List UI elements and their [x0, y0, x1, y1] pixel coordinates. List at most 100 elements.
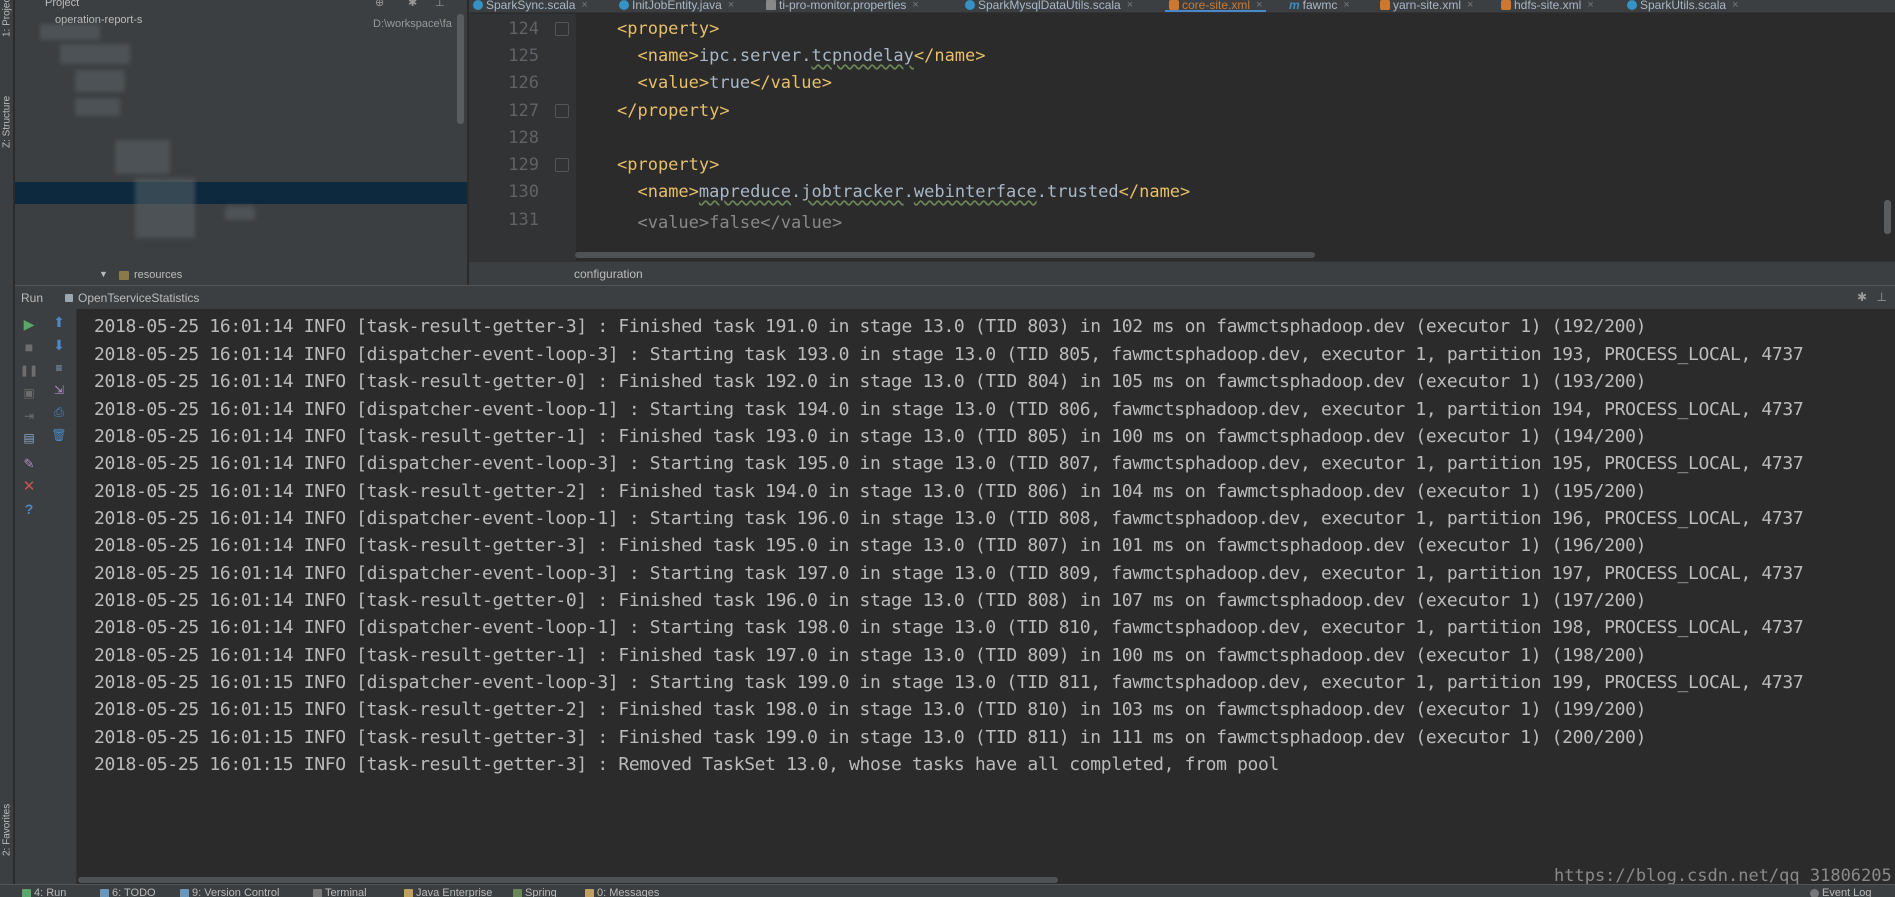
layout-icon[interactable]: ▤: [20, 429, 38, 447]
xml-text: ipc.server.: [698, 46, 812, 66]
settings-icon[interactable]: ✱: [1857, 290, 1867, 304]
scroll-to-end-icon[interactable]: ⇲: [50, 381, 68, 399]
close-icon[interactable]: ×: [912, 0, 918, 11]
scroll-up-icon[interactable]: ⬆: [50, 313, 68, 331]
scala-file-icon: [473, 0, 483, 10]
blurred-item: [115, 140, 170, 174]
pin-icon[interactable]: ✎: [20, 455, 38, 473]
xml-file-icon: [1380, 0, 1390, 10]
help-icon[interactable]: ?: [20, 500, 38, 518]
print-icon[interactable]: ⎙: [50, 403, 68, 421]
tab-ti-pro-monitor-properties[interactable]: ti-pro-monitor.properties ×: [766, 0, 919, 12]
favorites-tool-tab[interactable]: 2: Favorites: [0, 795, 14, 865]
breadcrumb-item[interactable]: configuration: [574, 267, 643, 281]
exit-icon[interactable]: ⇥: [20, 407, 38, 425]
project-scrollbar[interactable]: [457, 14, 464, 124]
console-output[interactable]: 2018-05-25 16:01:14 INFO [task-result-ge…: [78, 309, 1895, 884]
dump-threads-icon[interactable]: ▣: [20, 384, 38, 402]
scroll-from-source-icon[interactable]: ⊕: [375, 0, 384, 9]
log-line: 2018-05-25 16:01:14 INFO [task-result-ge…: [94, 371, 1647, 392]
close-icon[interactable]: ×: [581, 0, 587, 11]
hide-panel-icon[interactable]: ⊥: [435, 0, 445, 9]
tab-sparksync-scala[interactable]: SparkSync.scala ×: [473, 0, 588, 12]
close-icon[interactable]: ×: [1587, 0, 1593, 11]
xml-text: true: [709, 73, 751, 93]
code-line-130: <name>mapreduce.jobtracker.webinterface.…: [637, 182, 1191, 202]
close-icon[interactable]: ×: [1732, 0, 1738, 11]
expand-arrow-icon[interactable]: ▼: [99, 269, 108, 279]
resources-folder-label: resources: [134, 269, 183, 281]
tab-label: 4: Run: [34, 887, 67, 897]
xml-text: tcpnodelay: [811, 46, 914, 66]
hide-panel-icon[interactable]: ⊥: [1877, 290, 1887, 304]
left-tool-strip: 1: Project Z: Structure 2: Favorites: [0, 0, 14, 897]
xml-tag: </value>: [750, 73, 832, 93]
project-selected-row[interactable]: [15, 182, 467, 204]
close-icon[interactable]: ×: [1256, 0, 1262, 11]
vcs-icon: [180, 888, 189, 897]
tab-label: Java Enterprise: [416, 887, 493, 897]
tab-sparkutils-scala[interactable]: SparkUtils.scala ×: [1627, 0, 1738, 12]
rerun-icon[interactable]: ▶: [20, 315, 38, 333]
project-row-resources[interactable]: ▼ resources: [15, 269, 467, 285]
blurred-item: [40, 24, 100, 40]
close-icon[interactable]: ✕: [20, 477, 38, 495]
code-line-125: <name>ipc.server.tcpnodelay</name>: [617, 46, 985, 66]
fold-marker-icon[interactable]: [555, 158, 569, 172]
xml-text: trusted: [1046, 182, 1119, 202]
scroll-down-icon[interactable]: ⬇: [50, 336, 68, 354]
log-line: 2018-05-25 16:01:14 INFO [dispatcher-eve…: [94, 453, 1804, 474]
editor-vertical-scrollbar[interactable]: [1884, 200, 1891, 234]
tab-core-site-xml[interactable]: core-site.xml ×: [1164, 0, 1267, 12]
log-line: 2018-05-25 16:01:14 INFO [task-result-ge…: [94, 590, 1647, 611]
xml-tag: </name>: [1118, 182, 1191, 202]
clear-all-icon[interactable]: 🗑: [50, 426, 68, 444]
messages-tool-tab[interactable]: 0: Messages: [585, 887, 659, 897]
class-file-icon: [619, 0, 629, 10]
tab-fawmc-maven[interactable]: m fawmc ×: [1289, 0, 1350, 12]
editor-horizontal-scrollbar[interactable]: [575, 252, 1315, 258]
soft-wrap-icon[interactable]: ≡: [50, 359, 68, 377]
version-control-tool-tab[interactable]: 9: Version Control: [180, 887, 279, 897]
structure-tool-tab[interactable]: Z: Structure: [0, 92, 14, 152]
console-horizontal-scrollbar[interactable]: [78, 877, 1058, 883]
log-line: 2018-05-25 16:01:15 INFO [task-result-ge…: [94, 727, 1647, 748]
line-number: 131: [508, 210, 539, 230]
project-tool-tab[interactable]: 1: Project: [0, 0, 14, 37]
xml-text: webinterface: [913, 182, 1037, 202]
tab-sparkmysqldatautils-scala[interactable]: SparkMysqlDataUtils.scala ×: [965, 0, 1133, 12]
close-icon[interactable]: ×: [1343, 0, 1349, 11]
project-panel-title: Project: [45, 0, 80, 9]
run-config-tab[interactable]: OpenTserviceStatistics: [78, 291, 199, 305]
project-panel: Project ⊕ ✱ ⊥ operation-report-s D:\work…: [15, 0, 467, 285]
event-log-icon: [1810, 888, 1819, 897]
fold-marker-icon[interactable]: [555, 104, 569, 118]
spring-tool-tab[interactable]: Spring: [513, 887, 557, 897]
run-tool-tab[interactable]: 4: Run: [22, 887, 66, 897]
blurred-item: [75, 98, 120, 116]
pause-icon[interactable]: ❚❚: [20, 361, 38, 379]
log-line: 2018-05-25 16:01:14 INFO [dispatcher-eve…: [94, 617, 1804, 638]
line-number: 127: [508, 101, 539, 121]
settings-icon[interactable]: ✱: [408, 0, 417, 9]
breadcrumb[interactable]: configuration: [469, 261, 1895, 285]
tab-hdfs-site-xml[interactable]: hdfs-site.xml ×: [1501, 0, 1594, 12]
tab-initjobentity-java[interactable]: InitJobEntity.java ×: [619, 0, 734, 12]
java-enterprise-tool-tab[interactable]: Java Enterprise: [404, 887, 492, 897]
fold-marker-icon[interactable]: [555, 22, 569, 36]
tab-yarn-site-xml[interactable]: yarn-site.xml ×: [1380, 0, 1473, 12]
todo-tool-tab[interactable]: 6: TODO: [100, 887, 156, 897]
log-line: 2018-05-25 16:01:15 INFO [task-result-ge…: [94, 699, 1647, 720]
run-panel-header: Run OpenTserviceStatistics ✱ ⊥: [15, 285, 1895, 309]
terminal-tool-tab[interactable]: Terminal: [313, 887, 367, 897]
event-log-tool-tab[interactable]: Event Log: [1810, 887, 1872, 897]
blurred-item: [60, 44, 130, 64]
code-line-124: <property>: [617, 19, 719, 39]
stop-icon[interactable]: ■: [20, 338, 38, 356]
close-icon[interactable]: ×: [728, 0, 734, 11]
close-icon[interactable]: ×: [1127, 0, 1133, 11]
code-editor[interactable]: 124 125 126 127 128 129 130 131 <propert…: [469, 14, 1895, 261]
close-icon[interactable]: ×: [1467, 0, 1473, 11]
line-number: 124: [508, 19, 539, 39]
line-number: 130: [508, 182, 539, 202]
